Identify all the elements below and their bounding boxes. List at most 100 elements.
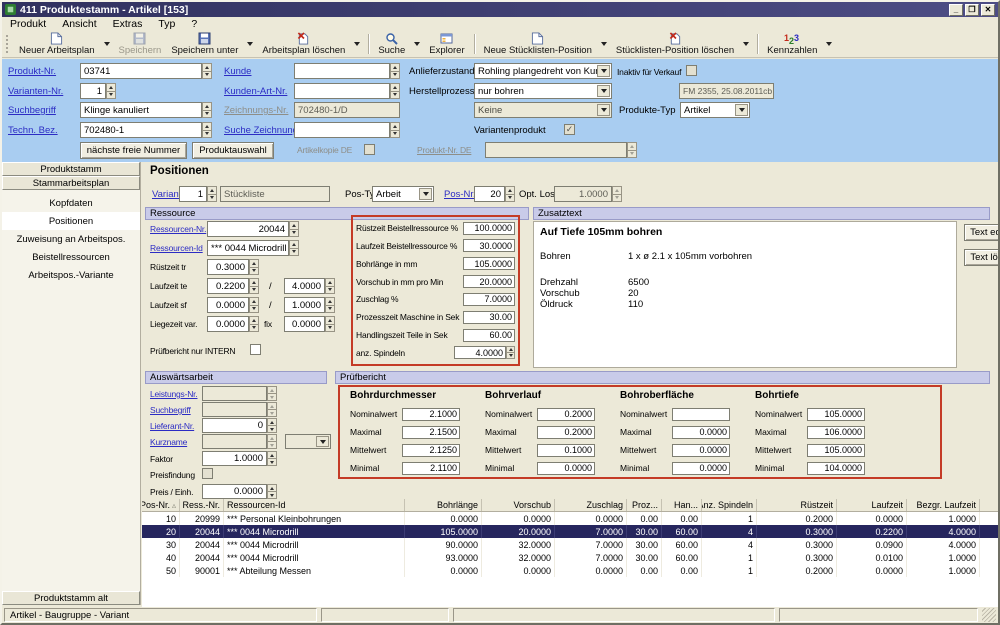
dropdown-arrow[interactable] — [243, 31, 257, 57]
table-column-header-ress-nr[interactable]: Ress.-Nr. — [180, 499, 224, 511]
dropdown-arrow[interactable] — [822, 31, 836, 57]
variante-field[interactable]: 1 — [179, 186, 207, 202]
kunde-field[interactable] — [294, 63, 390, 79]
pruefbericht-intern-checkbox[interactable] — [250, 344, 261, 355]
dropdown-arrow[interactable] — [410, 31, 424, 57]
toolbar-button-speichern-unter[interactable]: Speichern unter — [166, 31, 243, 57]
sidebar-section-stammarbeitsplan[interactable]: Stammarbeitsplan — [2, 176, 140, 190]
chevron-down-icon[interactable] — [316, 436, 329, 447]
sidebar-item-zuweisung-an-arbeitspos[interactable]: Zuweisung an Arbeitspos. — [2, 230, 140, 248]
minimize-icon[interactable]: _ — [949, 4, 963, 16]
auswaerts-suchbegriff-label[interactable]: Suchbegriff — [150, 405, 191, 415]
suchbegriff-spinner[interactable] — [202, 102, 212, 118]
laufzeit-te-field2[interactable]: 4.0000 — [284, 278, 325, 294]
laufzeit-sf-spinner[interactable] — [249, 297, 259, 313]
kunde-label[interactable]: Kunde — [224, 66, 251, 77]
table-row[interactable]: 3020044*** 0044 Microdrill90.000032.0000… — [142, 538, 1000, 551]
ressourcen-id-label[interactable]: Ressourcen-Id — [150, 243, 203, 253]
table-column-header-rüstzeit[interactable]: Rüstzeit — [757, 499, 837, 511]
laufzeit-sf-field2[interactable]: 1.0000 — [284, 297, 325, 313]
table-row[interactable]: 4020044*** 0044 Microdrill93.000032.0000… — [142, 551, 1000, 564]
laufzeit-te-field[interactable]: 0.2200 — [207, 278, 249, 294]
table-row[interactable]: 2020044*** 0044 Microdrill105.000020.000… — [142, 525, 1000, 538]
pruefbericht-field-bohroberfläche-maximal[interactable]: 0.0000 — [672, 426, 730, 439]
pruefbericht-field-bohrdurchmesser-minimal[interactable]: 2.1100 — [402, 462, 460, 475]
toolbar-button-arbeitsplan-löschen[interactable]: Arbeitsplan löschen — [257, 31, 350, 57]
toolbar-button-kennzahlen[interactable]: 123Kennzahlen — [762, 31, 822, 57]
anlieferzustand-combo[interactable]: Rohling plangedreht von Kunde — [474, 63, 612, 79]
laufzeit-te-spinner[interactable] — [249, 278, 259, 294]
kunden-art-nr-spinner[interactable] — [390, 83, 400, 99]
pruefbericht-field-bohrverlauf-maximal[interactable]: 0.2000 — [537, 426, 595, 439]
parameter-spinner[interactable] — [506, 346, 515, 359]
parameter-field-prozesszeit-maschine-in-sek[interactable]: 30.00 — [463, 311, 515, 324]
table-row[interactable]: 5090001*** Abteilung Messen0.00000.00000… — [142, 564, 1000, 577]
sidebar-item-arbeitspos-variante[interactable]: Arbeitspos.-Variante — [2, 266, 140, 284]
pos-typ-combo[interactable]: Arbeit — [372, 186, 434, 202]
varianten-nr-label[interactable]: Varianten-Nr. — [8, 86, 63, 97]
kunde-spinner[interactable] — [390, 63, 400, 79]
table-row[interactable]: 1020999*** Personal Kleinbohrungen0.0000… — [142, 512, 1000, 525]
ressourcen-nr-label[interactable]: Ressourcen-Nr. — [150, 224, 206, 234]
chevron-down-icon[interactable] — [597, 65, 610, 77]
sidebar-footer-produktstamm-alt[interactable]: Produktstamm alt — [2, 591, 140, 605]
text-editieren-button[interactable]: Text editie — [964, 224, 1000, 241]
table-column-header-zuschlag[interactable]: Zuschlag — [555, 499, 627, 511]
techn-bez-label[interactable]: Techn. Bez. — [8, 125, 58, 136]
toolbar-button-neue-stücklisten-position[interactable]: Neue Stücklisten-Position — [479, 31, 597, 57]
pruefbericht-field-bohroberfläche-minimal[interactable]: 0.0000 — [672, 462, 730, 475]
pos-nr-label[interactable]: Pos-Nr. — [444, 189, 476, 200]
produkt-nr-spinner[interactable] — [202, 63, 212, 79]
menu-extras[interactable]: Extras — [105, 18, 151, 30]
produkt-nr-label[interactable]: Produkt-Nr. — [8, 66, 56, 77]
herstellprozess-combo[interactable]: nur bohren — [474, 83, 612, 99]
resize-grip[interactable] — [982, 608, 996, 622]
pruefbericht-field-bohrverlauf-minimal[interactable]: 0.0000 — [537, 462, 595, 475]
parameter-field-zuschlag[interactable]: 7.0000 — [463, 293, 515, 306]
leistungs-nr-label[interactable]: Leistungs-Nr. — [150, 389, 197, 399]
parameter-field-bohrlänge-in-mm[interactable]: 105.0000 — [463, 257, 515, 270]
kunden-art-nr-field[interactable] — [294, 83, 390, 99]
toolbar-button-suche[interactable]: Suche — [373, 31, 410, 57]
ressourcen-id-field[interactable]: *** 0044 Microdrill — [207, 240, 289, 256]
lieferant-nr-spinner[interactable] — [267, 418, 277, 433]
preis-einh-spinner[interactable] — [267, 484, 277, 499]
produkt-nr-field[interactable]: 03741 — [80, 63, 202, 79]
close-icon[interactable]: ✕ — [981, 4, 995, 16]
liegezeit-spinner2[interactable] — [325, 316, 335, 332]
pruefbericht-field-bohrverlauf-mittelwert[interactable]: 0.1000 — [537, 444, 595, 457]
suche-zeichnung-spinner[interactable] — [390, 122, 400, 138]
sidebar-item-beistellressourcen[interactable]: Beistellressourcen — [2, 248, 140, 266]
pruefbericht-field-bohrverlauf-nominalwert[interactable]: 0.2000 — [537, 408, 595, 421]
toolbar-button-explorer[interactable]: Explorer — [424, 31, 469, 57]
pruefbericht-field-bohrdurchmesser-maximal[interactable]: 2.1500 — [402, 426, 460, 439]
parameter-field-handlingszeit-teile-in-sek[interactable]: 60.00 — [463, 329, 515, 342]
toolbar-grip[interactable] — [6, 35, 9, 53]
chevron-down-icon[interactable] — [597, 85, 610, 97]
variante-spinner[interactable] — [207, 186, 217, 202]
techn-bez-field[interactable]: 702480-1 — [80, 122, 202, 138]
ressourcen-nr-spinner[interactable] — [289, 221, 299, 237]
suchbegriff-field[interactable]: Klinge kanuliert — [80, 102, 202, 118]
dropdown-arrow[interactable] — [739, 31, 753, 57]
table-column-header-pos-nr[interactable]: Pos-Nr.▵ — [142, 499, 180, 511]
parameter-field-rüstzeit-beistellressource[interactable]: 100.0000 — [463, 222, 515, 235]
pruefbericht-field-bohroberfläche-nominalwert[interactable] — [672, 408, 730, 421]
table-column-header-bohrlänge[interactable]: Bohrlänge — [405, 499, 482, 511]
suche-zeichnung-label[interactable]: Suche Zeichnung — [224, 125, 298, 136]
table-column-header-vorschub[interactable]: Vorschub — [482, 499, 555, 511]
table-column-header-laufzeit[interactable]: Laufzeit — [837, 499, 907, 511]
menu-typ[interactable]: Typ — [150, 18, 183, 30]
dropdown-arrow[interactable] — [597, 31, 611, 57]
table-column-header-ressourcen-id[interactable]: Ressourcen-Id — [224, 499, 405, 511]
pruefbericht-field-bohrdurchmesser-nominalwert[interactable]: 2.1000 — [402, 408, 460, 421]
kunden-art-nr-label[interactable]: Kunden-Art-Nr. — [224, 86, 287, 97]
menu-help[interactable]: ? — [183, 18, 205, 30]
liegezeit-field[interactable]: 0.0000 — [207, 316, 249, 332]
faktor-field[interactable]: 1.0000 — [202, 451, 267, 466]
pruefbericht-field-bohroberfläche-mittelwert[interactable]: 0.0000 — [672, 444, 730, 457]
ruestzeit-tr-spinner[interactable] — [249, 259, 259, 275]
table-column-header-anz-spindeln[interactable]: Anz. Spindeln — [702, 499, 757, 511]
text-loeschen-button[interactable]: Text lösch — [964, 249, 1000, 266]
pruefbericht-field-bohrtiefe-mittelwert[interactable]: 105.0000 — [807, 444, 865, 457]
